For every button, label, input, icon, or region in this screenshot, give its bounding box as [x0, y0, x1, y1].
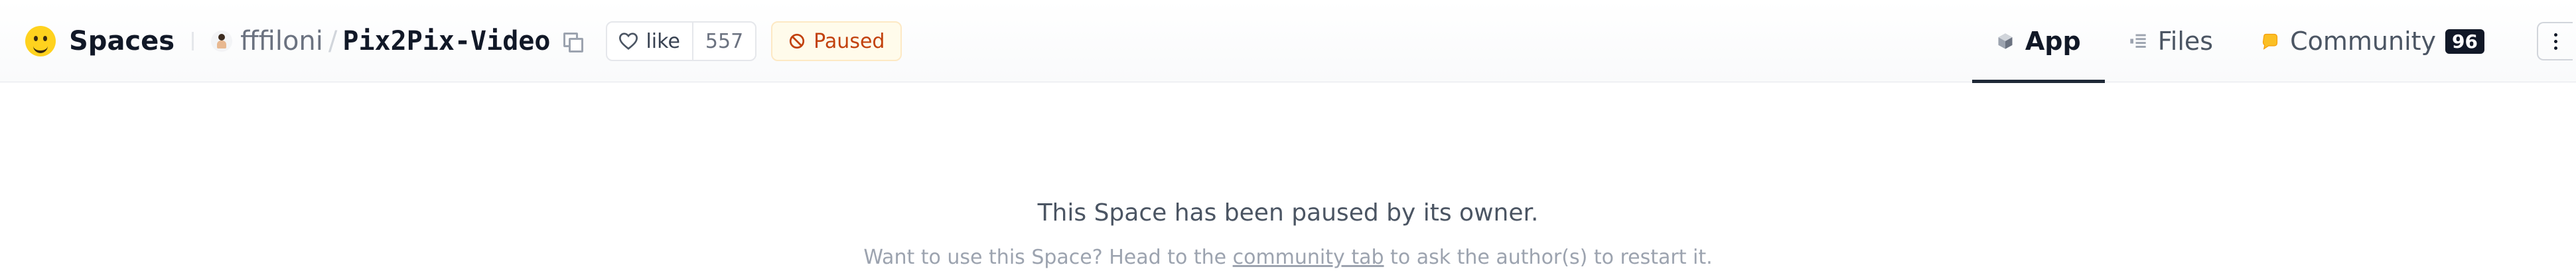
- repo-name-link[interactable]: Pix2Pix-Video: [342, 26, 550, 56]
- subtitle-suffix: to ask the author(s) to restart it.: [1384, 246, 1713, 269]
- paused-subtitle: Want to use this Space? Head to the comm…: [0, 246, 2576, 269]
- more-vertical-icon: [2553, 33, 2557, 50]
- tab-community[interactable]: Community 96: [2237, 0, 2508, 82]
- paused-notice: This Space has been paused by its owner.…: [0, 82, 2576, 275]
- paused-title: This Space has been paused by its owner.: [1037, 199, 1539, 227]
- spaces-link[interactable]: Spaces: [69, 26, 175, 56]
- like-count[interactable]: 557: [693, 23, 755, 60]
- tab-app-label: App: [2025, 27, 2081, 56]
- tab-files[interactable]: Files: [2105, 0, 2237, 82]
- like-label: like: [646, 29, 680, 53]
- tab-community-label: Community: [2290, 27, 2437, 56]
- subtitle-prefix: Want to use this Space? Head to the: [863, 246, 1233, 269]
- like-button[interactable]: like: [607, 23, 693, 60]
- copy-icon[interactable]: [562, 31, 584, 52]
- status-label: Paused: [814, 29, 885, 53]
- community-tab-link[interactable]: community tab: [1233, 246, 1384, 269]
- pause-circle-icon: [790, 33, 805, 49]
- owner-link[interactable]: fffiloni: [240, 26, 323, 56]
- path-separator: /: [328, 26, 338, 56]
- heart-icon: [619, 33, 638, 50]
- community-count-badge: 96: [2445, 29, 2484, 54]
- tab-files-label: Files: [2157, 27, 2214, 56]
- space-tabs: App Files Community 96: [1971, 0, 2576, 83]
- cube-icon: [1998, 33, 2013, 49]
- tab-app[interactable]: App: [1971, 0, 2105, 83]
- status-badge: Paused: [771, 21, 902, 61]
- files-icon: [2130, 34, 2146, 48]
- space-header: Spaces fffiloni / Pix2Pix-Video like 557…: [0, 0, 2576, 83]
- owner-avatar[interactable]: [211, 31, 233, 52]
- hugging-face-logo-icon[interactable]: [25, 26, 56, 56]
- more-options-button[interactable]: [2535, 0, 2575, 82]
- like-group: like 557: [606, 21, 757, 61]
- space-breadcrumb: Spaces fffiloni / Pix2Pix-Video like 557…: [25, 0, 902, 82]
- community-icon: [2263, 33, 2278, 50]
- divider: [192, 32, 194, 50]
